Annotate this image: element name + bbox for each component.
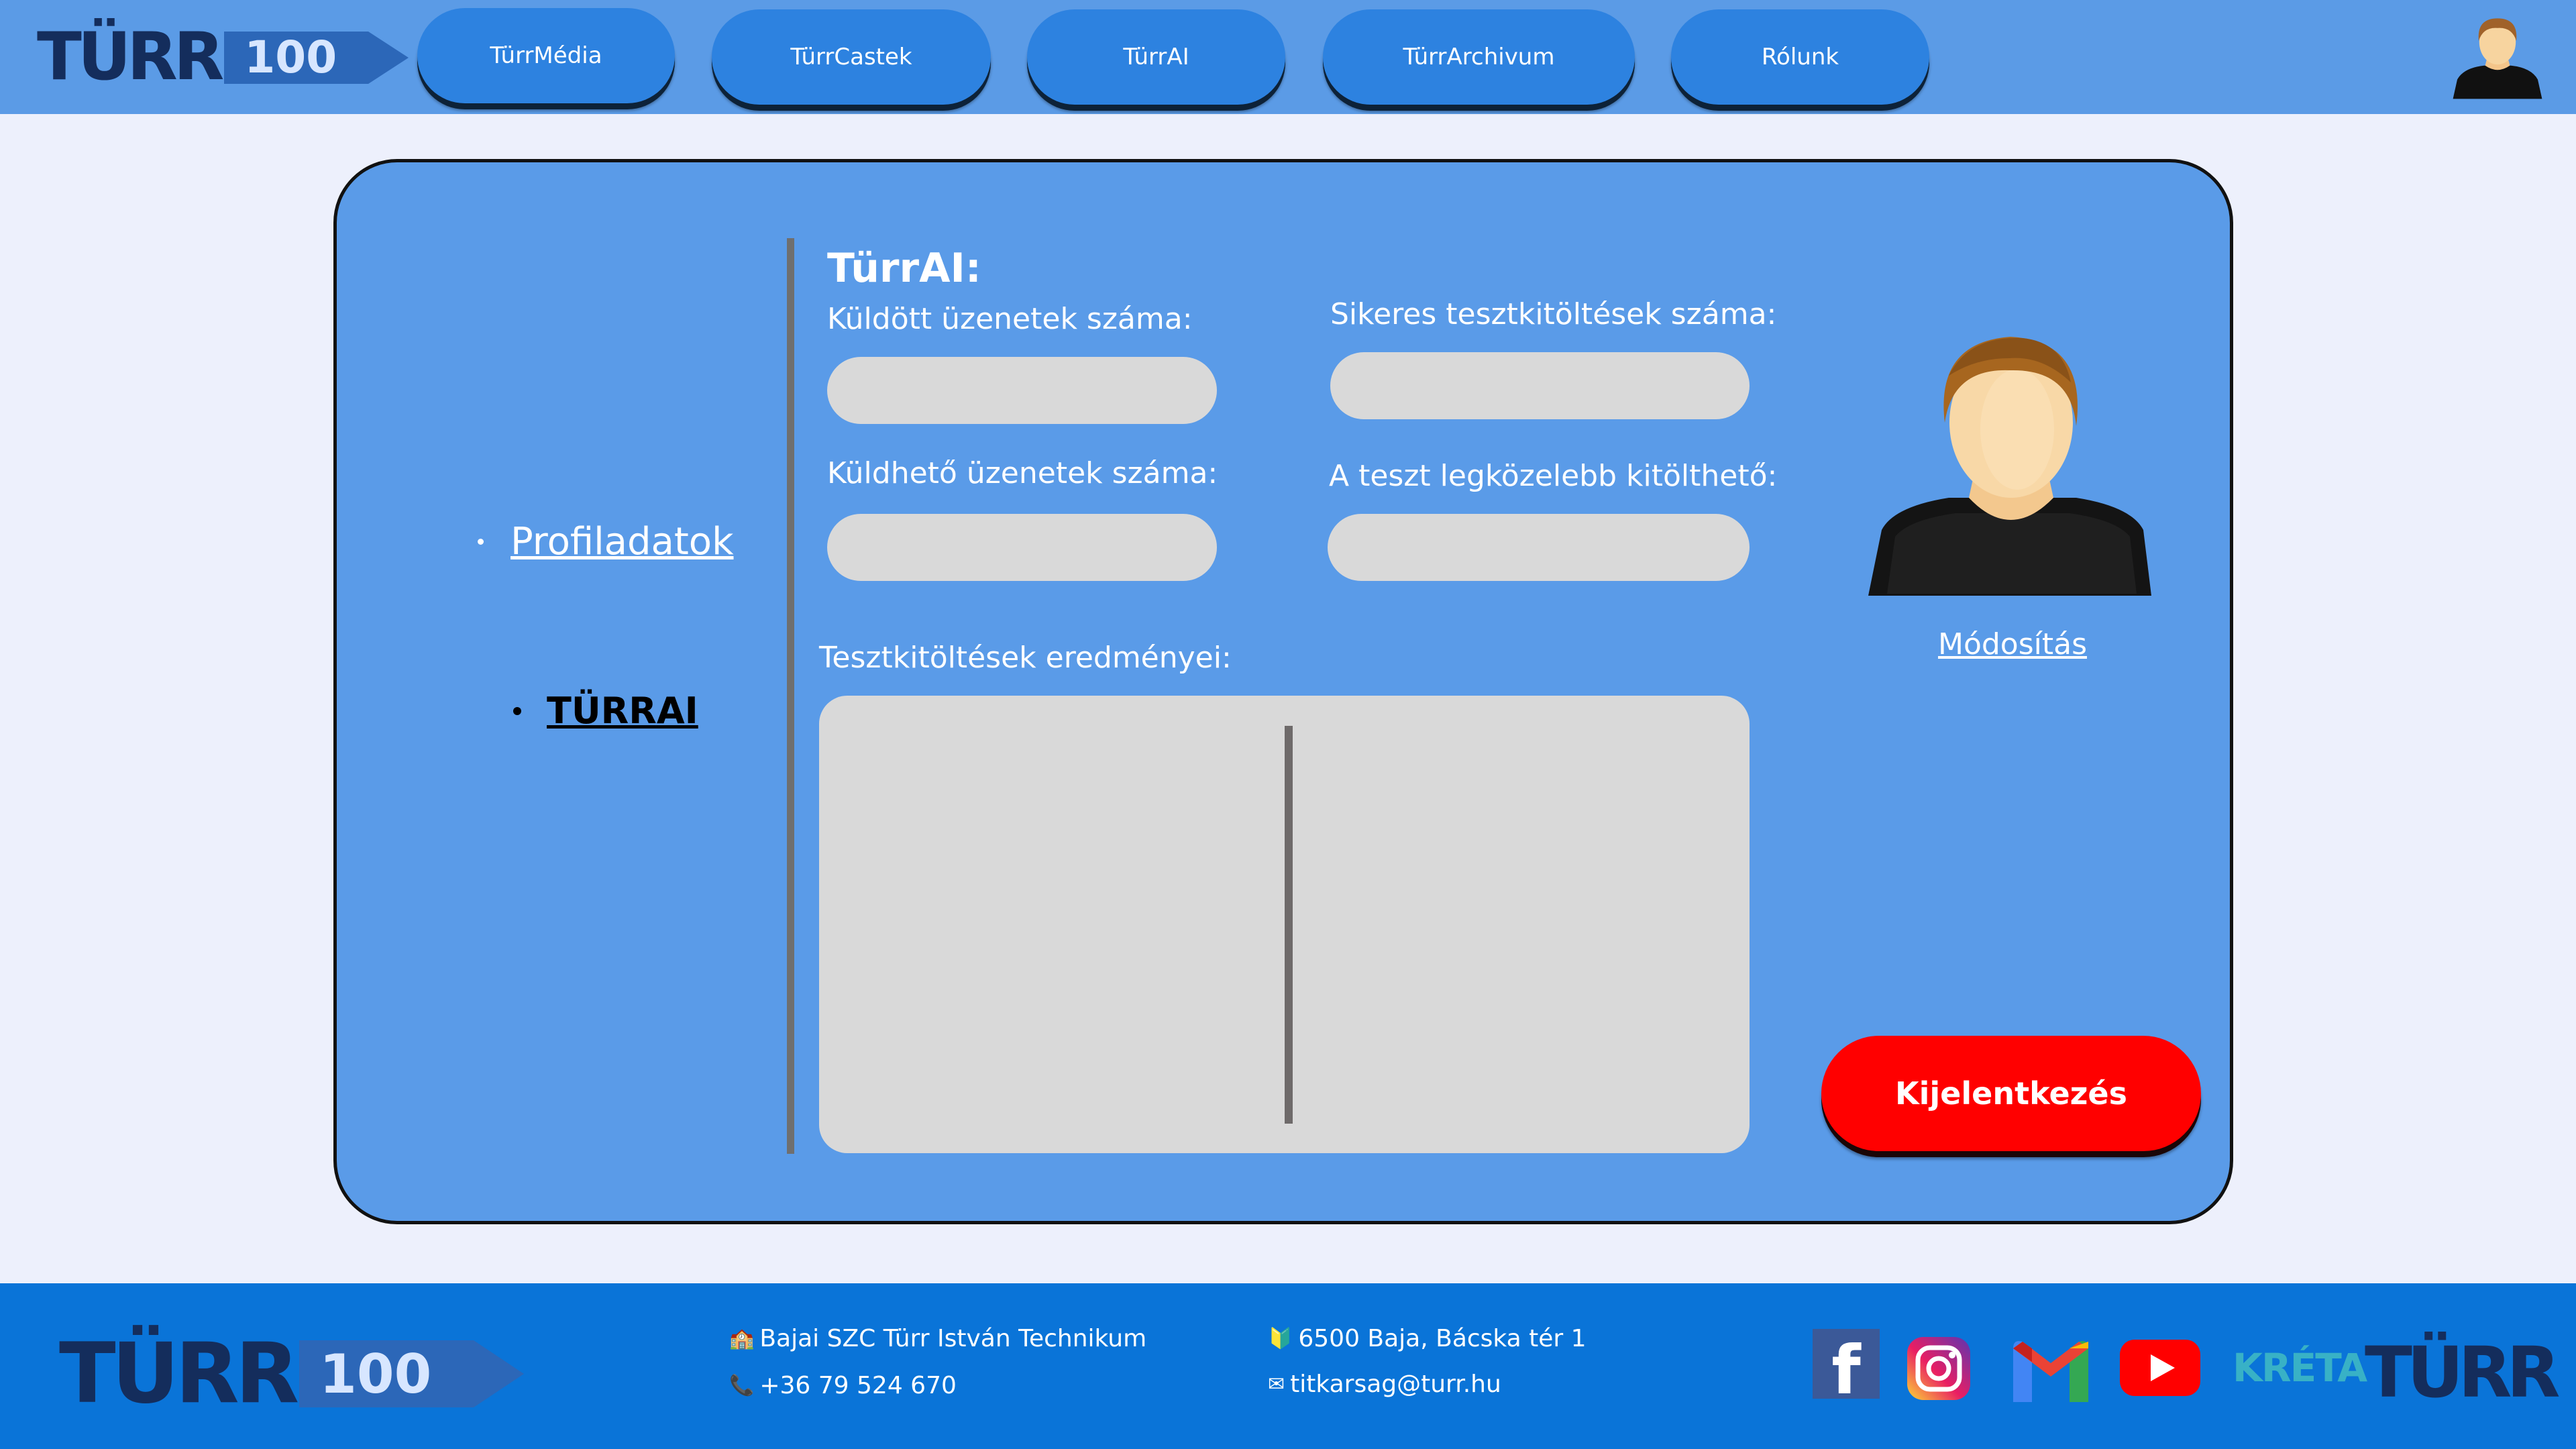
nav-turrarchivum-button[interactable]: TürrArchivum	[1323, 9, 1635, 105]
modify-profile-link[interactable]: Módosítás	[1845, 627, 2180, 661]
footer-turr-logo[interactable]: TÜRR	[2365, 1332, 2561, 1413]
bullet-icon	[478, 539, 484, 545]
footer-email-text: titkarsag@turr.hu	[1290, 1371, 1501, 1398]
logout-button[interactable]: Kijelentkezés	[1821, 1036, 2201, 1151]
phone-icon: 📞	[729, 1374, 755, 1397]
logo-number-banner: 100	[224, 31, 409, 84]
nav-turrai-button[interactable]: TürrAI	[1027, 9, 1285, 105]
nav-turrmedia-button[interactable]: TürrMédia	[417, 8, 675, 103]
footer: TÜRR 100 🏫 Bajai SZC Türr István Technik…	[0, 1283, 2576, 1449]
logo-word: TÜRR	[2365, 1332, 2561, 1413]
sendable-messages-field	[827, 514, 1217, 581]
envelope-icon: ✉	[1268, 1373, 1285, 1396]
sidebar-item-label: TÜRRAI	[547, 690, 698, 732]
kreta-icon[interactable]: KRÉTA	[2233, 1345, 2367, 1391]
logo-word: TÜRR	[37, 19, 224, 95]
successful-tests-label: Sikeres tesztkitöltések száma:	[1330, 297, 1777, 331]
logo-number-banner: 100	[299, 1340, 525, 1407]
sidebar-divider	[787, 238, 794, 1154]
instagram-icon[interactable]	[1907, 1337, 1970, 1400]
sidebar-item-turrai[interactable]: TÜRRAI	[513, 690, 698, 732]
logo-word: TÜRR	[59, 1326, 299, 1422]
next-test-field	[1328, 514, 1750, 581]
results-label: Tesztkitöltések eredményei:	[819, 641, 1232, 675]
footer-address: 🔰 6500 Baja, Bácska tér 1	[1268, 1325, 1587, 1352]
logo-number: 100	[319, 1342, 432, 1405]
footer-turr100-logo[interactable]: TÜRR 100	[59, 1326, 525, 1422]
turr100-logo[interactable]: TÜRR 100	[37, 19, 409, 95]
footer-school-text: Bajai SZC Türr István Technikum	[759, 1325, 1147, 1352]
bullet-icon	[513, 706, 521, 715]
footer-address-text: 6500 Baja, Bácska tér 1	[1298, 1325, 1587, 1352]
svg-text:f: f	[1831, 1331, 1862, 1399]
youtube-icon[interactable]	[2120, 1340, 2200, 1396]
footer-school: 🏫 Bajai SZC Türr István Technikum	[729, 1325, 1146, 1352]
sent-messages-label: Küldött üzenetek száma:	[827, 302, 1193, 336]
nav-turrcastek-button[interactable]: TürrCastek	[712, 9, 991, 105]
sidebar-item-profiladatok[interactable]: Profiladatok	[478, 520, 734, 564]
kreta-label: KRÉTA	[2233, 1345, 2367, 1391]
sendable-messages-label: Küldhető üzenetek száma:	[827, 456, 1218, 490]
school-building-icon: 🏫	[729, 1327, 755, 1350]
location-badge-icon: 🔰	[1268, 1327, 1293, 1350]
profile-avatar-icon	[1868, 337, 2151, 596]
footer-email[interactable]: ✉ titkarsag@turr.hu	[1268, 1371, 1501, 1398]
successful-tests-field	[1330, 352, 1750, 419]
nav-rolunk-button[interactable]: Rólunk	[1671, 9, 1929, 105]
facebook-icon[interactable]: f	[1813, 1329, 1880, 1399]
logo-number: 100	[244, 32, 337, 83]
footer-phone-text: +36 79 524 670	[759, 1372, 957, 1399]
section-title: TürrAI:	[827, 245, 981, 292]
footer-phone: 📞 +36 79 524 670	[729, 1372, 957, 1399]
next-test-label: A teszt legközelebb kitölthető:	[1329, 459, 1778, 493]
results-divider	[1285, 726, 1293, 1124]
gmail-icon[interactable]	[2009, 1335, 2092, 1405]
user-avatar-icon[interactable]	[2452, 13, 2543, 101]
sidebar-item-label: Profiladatok	[511, 520, 734, 564]
top-nav-bar: TÜRR 100 TürrMédia TürrCastek TürrAI Tür…	[0, 0, 2576, 114]
sent-messages-field	[827, 357, 1217, 424]
